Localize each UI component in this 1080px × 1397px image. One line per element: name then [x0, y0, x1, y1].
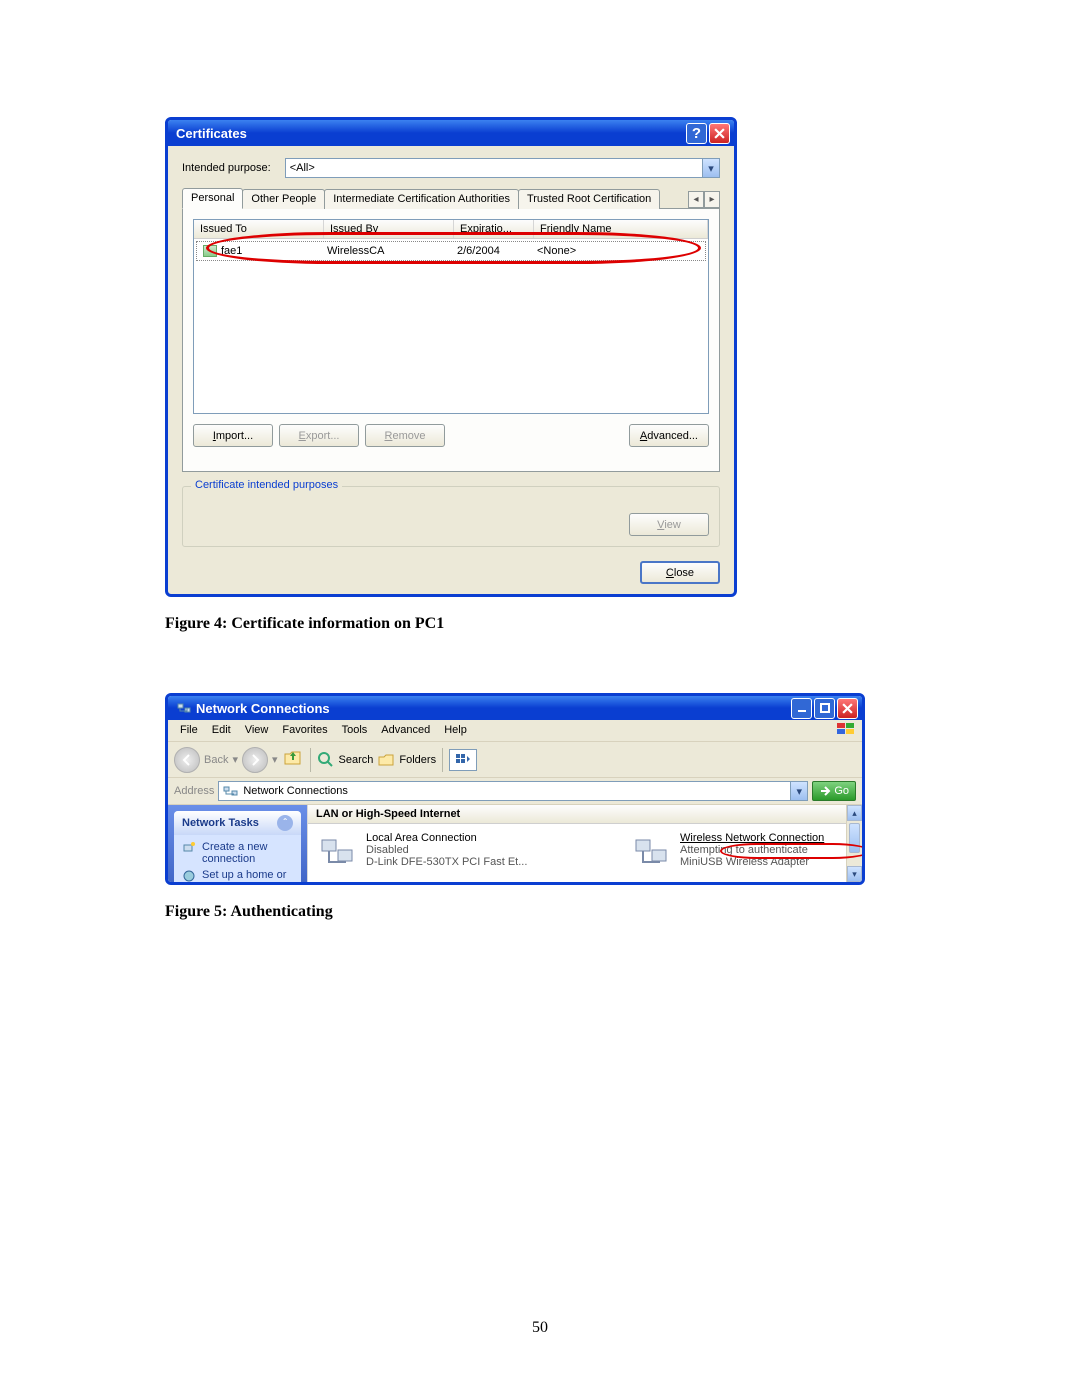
search-button[interactable]: Search	[317, 751, 374, 769]
up-folder-icon[interactable]	[282, 746, 304, 773]
certificates-dialog: Certificates ? Intended purpose: <All> ▾…	[165, 117, 737, 597]
conn-status: Disabled	[366, 844, 527, 856]
tab-scroll-right[interactable]: ▸	[704, 191, 720, 208]
intended-purpose-label: Intended purpose:	[182, 162, 271, 174]
chevron-down-icon[interactable]: ▾	[702, 159, 719, 177]
col-issued-to[interactable]: Issued To	[194, 220, 324, 238]
close-icon[interactable]	[837, 698, 858, 719]
cert-tabs: Personal Other People Intermediate Certi…	[182, 188, 720, 208]
folders-label: Folders	[399, 754, 436, 766]
lan-icon	[318, 832, 358, 872]
scroll-up-icon[interactable]: ▴	[847, 805, 862, 821]
cert-purposes-group: Certificate intended purposes View	[182, 486, 720, 547]
col-friendly-name[interactable]: Friendly Name	[534, 220, 708, 238]
cert-purposes-legend: Certificate intended purposes	[191, 479, 342, 491]
windows-flag-icon	[836, 722, 856, 739]
conn-name: Wireless Network Connection	[680, 832, 824, 844]
scrollbar[interactable]: ▴ ▾	[846, 805, 862, 882]
tasks-panel: Network Tasks ˆ Create a new connection	[168, 805, 307, 882]
remove-button[interactable]: Remove	[365, 424, 445, 447]
menubar: File Edit View Favorites Tools Advanced …	[168, 720, 862, 742]
task-label: Create a new connection	[202, 841, 293, 865]
wireless-icon	[632, 832, 672, 872]
menu-help[interactable]: Help	[438, 722, 473, 739]
tab-personal[interactable]: Personal	[182, 188, 243, 209]
chevron-down-icon[interactable]: ▾	[790, 782, 807, 800]
back-label: Back	[204, 754, 228, 766]
back-button[interactable]	[174, 747, 200, 773]
address-label: Address	[174, 785, 214, 797]
scroll-thumb[interactable]	[849, 823, 860, 853]
cell-issued-by: WirelessCA	[327, 245, 457, 257]
menu-tools[interactable]: Tools	[336, 722, 374, 739]
intended-purpose-value: <All>	[290, 162, 315, 174]
col-issued-by[interactable]: Issued By	[324, 220, 454, 238]
figure-5-caption: Figure 5: Authenticating	[165, 903, 1080, 921]
view-button[interactable]: View	[629, 513, 709, 536]
tab-trusted-root[interactable]: Trusted Root Certification	[518, 189, 660, 209]
chevron-up-icon[interactable]: ˆ	[277, 815, 293, 831]
forward-button[interactable]	[242, 747, 268, 773]
address-value: Network Connections	[243, 785, 348, 797]
col-expiration[interactable]: Expiratio...	[454, 220, 534, 238]
connection-lan[interactable]: Local Area Connection Disabled D-Link DF…	[318, 832, 608, 872]
certificate-icon	[203, 245, 217, 257]
tab-scroll-left[interactable]: ◂	[688, 191, 704, 208]
address-input[interactable]: Network Connections ▾	[218, 781, 808, 801]
help-button[interactable]: ?	[686, 123, 707, 144]
folders-button[interactable]: Folders	[377, 751, 436, 769]
list-header: Issued To Issued By Expiratio... Friendl…	[194, 220, 708, 239]
tab-intermediate-ca[interactable]: Intermediate Certification Authorities	[324, 189, 519, 209]
intended-purpose-select[interactable]: <All> ▾	[285, 158, 720, 178]
views-button[interactable]	[449, 749, 477, 771]
wizard-icon	[182, 841, 196, 858]
network-connections-window: Network Connections File Edit View Favor…	[165, 693, 865, 885]
network-tasks-header[interactable]: Network Tasks ˆ	[174, 811, 301, 835]
minimize-icon[interactable]	[791, 698, 812, 719]
conn-name: Local Area Connection	[366, 832, 527, 844]
menu-advanced[interactable]: Advanced	[375, 722, 436, 739]
netconn-title: Network Connections	[196, 701, 330, 716]
search-label: Search	[339, 754, 374, 766]
task-setup-network[interactable]: Set up a home or small office network	[182, 869, 293, 882]
netconn-titlebar[interactable]: Network Connections	[168, 696, 862, 720]
cell-issued-to: fae1	[221, 245, 242, 257]
close-icon[interactable]	[709, 123, 730, 144]
menu-favorites[interactable]: Favorites	[276, 722, 333, 739]
maximize-icon[interactable]	[814, 698, 835, 719]
category-header: LAN or High-Speed Internet	[308, 805, 846, 824]
connections-area: ▴ ▾ LAN or High-Speed Internet Local Are…	[307, 805, 862, 882]
network-tasks-title: Network Tasks	[182, 817, 259, 829]
connection-wireless[interactable]: Wireless Network Connection Attempting t…	[632, 832, 852, 872]
conn-device: D-Link DFE-530TX PCI Fast Et...	[366, 856, 527, 868]
import-button[interactable]: Import...	[193, 424, 273, 447]
page-number: 50	[0, 1319, 1080, 1337]
conn-device: MiniUSB Wireless Adapter	[680, 856, 824, 868]
cell-expires: 2/6/2004	[457, 245, 537, 257]
go-label: Go	[834, 785, 849, 797]
close-button[interactable]: Close	[640, 561, 720, 584]
table-row[interactable]: fae1 WirelessCA 2/6/2004 <None>	[196, 241, 706, 261]
certificates-titlebar[interactable]: Certificates ?	[168, 120, 734, 146]
network-icon	[176, 700, 192, 716]
toolbar: Back ▾ ▾ Search Folders	[168, 742, 862, 778]
cell-friendly: <None>	[537, 245, 699, 257]
menu-file[interactable]: File	[174, 722, 204, 739]
figure-4-caption: Figure 4: Certificate information on PC1	[165, 615, 1080, 633]
tab-other-people[interactable]: Other People	[242, 189, 325, 209]
network-icon	[223, 784, 239, 798]
go-button[interactable]: Go	[812, 781, 856, 801]
home-network-icon	[182, 869, 196, 882]
menu-view[interactable]: View	[239, 722, 275, 739]
scroll-down-icon[interactable]: ▾	[847, 866, 862, 882]
certificates-title: Certificates	[176, 126, 247, 141]
menu-edit[interactable]: Edit	[206, 722, 237, 739]
address-bar: Address Network Connections ▾ Go	[168, 778, 862, 805]
task-label: Set up a home or small office network	[202, 869, 293, 882]
certificate-list[interactable]: Issued To Issued By Expiratio... Friendl…	[193, 219, 709, 414]
export-button[interactable]: Export...	[279, 424, 359, 447]
conn-status: Attempting to authenticate	[680, 844, 824, 856]
task-create-connection[interactable]: Create a new connection	[182, 841, 293, 865]
advanced-button[interactable]: Advanced...	[629, 424, 709, 447]
